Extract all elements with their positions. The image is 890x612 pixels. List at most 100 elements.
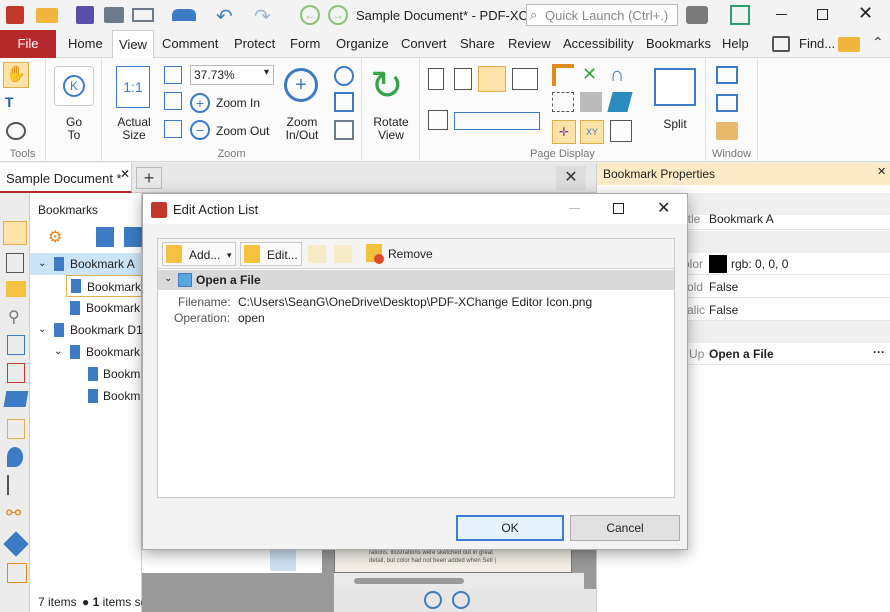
tab-form[interactable]: Form (290, 30, 320, 58)
single-page-icon[interactable] (428, 68, 444, 90)
move-up-icon[interactable] (308, 245, 326, 263)
add-action-button[interactable]: Add... ▾ (162, 242, 236, 266)
file-tab[interactable]: File (0, 30, 56, 58)
guides-icon[interactable]: ✛ (552, 120, 576, 144)
expand-arrow-icon[interactable]: ⌄ (38, 253, 46, 275)
tab-view[interactable]: View (112, 30, 154, 59)
content-icon[interactable] (7, 335, 25, 355)
email-icon[interactable] (132, 8, 154, 22)
more-options-button[interactable]: ··· (873, 345, 885, 359)
snap-icon[interactable]: ✕ (582, 64, 597, 85)
color-fill-icon[interactable] (607, 92, 633, 112)
dialog-close-icon[interactable]: ✕ (657, 198, 670, 218)
actual-size-button[interactable]: Actual Size (110, 116, 158, 142)
find-icon[interactable] (772, 36, 790, 52)
transparency-grid-icon[interactable] (580, 92, 602, 112)
actual-size-icon[interactable]: 1:1 (116, 66, 150, 108)
magnet-icon[interactable]: ∩ (610, 64, 624, 87)
fields-icon[interactable] (7, 563, 27, 583)
cancel-button[interactable]: Cancel (570, 515, 680, 541)
redo-icon[interactable]: ↷ (254, 4, 271, 29)
tab-home[interactable]: Home (68, 30, 103, 58)
workspace-icon[interactable] (716, 122, 738, 140)
fit-visible-icon[interactable] (164, 120, 182, 138)
close-tab-icon[interactable]: ✕ (120, 167, 130, 181)
tab-review[interactable]: Review (508, 30, 551, 58)
grid-icon[interactable] (552, 92, 574, 112)
chevron-down-icon[interactable]: ⌄ (164, 273, 172, 284)
back-icon[interactable]: ← (300, 5, 320, 25)
zoom-in-icon[interactable]: + (190, 93, 210, 113)
layers-icon[interactable] (3, 391, 29, 407)
ok-button[interactable]: OK (456, 515, 564, 541)
bookmark-item[interactable]: Bookm (86, 363, 142, 385)
first-page-icon[interactable] (424, 591, 442, 609)
dialog-maximize-icon[interactable] (613, 203, 624, 214)
tab-share[interactable]: Share (460, 30, 495, 58)
save-icon[interactable] (76, 6, 94, 24)
quick-launch-input[interactable]: ⌕ Quick Launch (Ctrl+.) (526, 4, 678, 26)
stamps-icon[interactable] (3, 531, 29, 557)
bookmark-item[interactable]: Bookmark (66, 275, 142, 297)
location-icon[interactable] (7, 447, 23, 467)
edit-action-button[interactable]: Edit... (240, 242, 302, 266)
snapshot-tool-icon[interactable] (6, 122, 26, 140)
horizontal-scrollbar[interactable] (334, 573, 584, 589)
zoom-in-button[interactable]: Zoom In (216, 96, 260, 110)
add-child-bookmark-icon[interactable] (124, 227, 142, 247)
split-button[interactable]: Split (654, 118, 696, 131)
zoom-marquee-icon[interactable] (334, 92, 354, 112)
scan-icon[interactable] (172, 9, 196, 21)
scrollbar-thumb[interactable] (354, 578, 464, 584)
bookmarks-pane-icon[interactable] (3, 221, 27, 245)
zoom-scroll-icon[interactable] (334, 66, 354, 86)
maximize-icon[interactable] (817, 9, 828, 20)
previous-page-icon[interactable] (452, 591, 470, 609)
action-section-open-file[interactable]: ⌄ Open a File (158, 270, 674, 290)
tab-comment[interactable]: Comment (162, 30, 218, 58)
open-folder-icon[interactable] (36, 8, 58, 23)
go-to-icon[interactable]: K (54, 66, 94, 106)
thumbnails-icon[interactable] (6, 253, 24, 273)
expand-arrow-icon[interactable]: ⌄ (38, 319, 46, 341)
tab-protect[interactable]: Protect (234, 30, 275, 58)
new-tab-button[interactable]: + (136, 167, 162, 189)
forward-icon[interactable]: → (328, 5, 348, 25)
links-icon[interactable]: ⚯ (6, 503, 21, 524)
zoom-out-icon[interactable]: − (190, 120, 210, 140)
tab-bookmarks[interactable]: Bookmarks (646, 30, 711, 58)
xy-coordinates-icon[interactable]: XY (580, 120, 604, 144)
fit-width-icon[interactable] (164, 92, 182, 110)
find-button[interactable]: Find... (799, 30, 835, 58)
new-window-icon[interactable] (716, 66, 738, 84)
expand-arrow-icon[interactable]: ⌄ (54, 341, 62, 363)
comments-icon[interactable] (6, 281, 26, 297)
attachments-icon[interactable]: ⚲ (8, 307, 20, 327)
zoom-magnifier-icon[interactable]: + (284, 68, 318, 102)
settings-icon[interactable] (686, 6, 708, 24)
zoom-in-out-button[interactable]: Zoom In/Out (282, 116, 322, 142)
hand-tool-icon[interactable]: ✋ (3, 62, 29, 88)
select-text-icon[interactable]: T (5, 94, 14, 110)
print-icon[interactable] (104, 7, 124, 23)
continuous-icon[interactable] (454, 68, 472, 90)
go-to-button[interactable]: Go To (56, 116, 92, 142)
loupe-icon[interactable] (334, 120, 354, 140)
bookmark-item[interactable]: Bookmark (66, 297, 142, 319)
rotate-view-icon[interactable]: ↻ (370, 64, 404, 108)
collapse-ribbon-icon[interactable]: ⌃ (872, 34, 884, 51)
move-down-icon[interactable] (334, 245, 352, 263)
close-panel-icon[interactable]: ✕ (877, 165, 886, 178)
fit-page-icon[interactable] (164, 66, 182, 84)
close-window-icon[interactable]: ✕ (858, 3, 873, 24)
bookmark-options-icon[interactable]: ⚙ (48, 227, 68, 247)
fullscreen-icon[interactable] (730, 5, 750, 25)
tab-convert[interactable]: Convert (401, 30, 447, 58)
tags-icon[interactable] (7, 419, 25, 439)
page-numbers-icon[interactable] (454, 112, 540, 130)
tab-accessibility[interactable]: Accessibility (563, 30, 634, 58)
zoom-level-select[interactable]: 37.73% ▾ (190, 65, 274, 85)
two-pages-continuous-icon[interactable] (512, 68, 538, 90)
document-tab[interactable]: Sample Document * ✕ (0, 163, 132, 193)
folder-lock-icon[interactable] (838, 37, 860, 52)
